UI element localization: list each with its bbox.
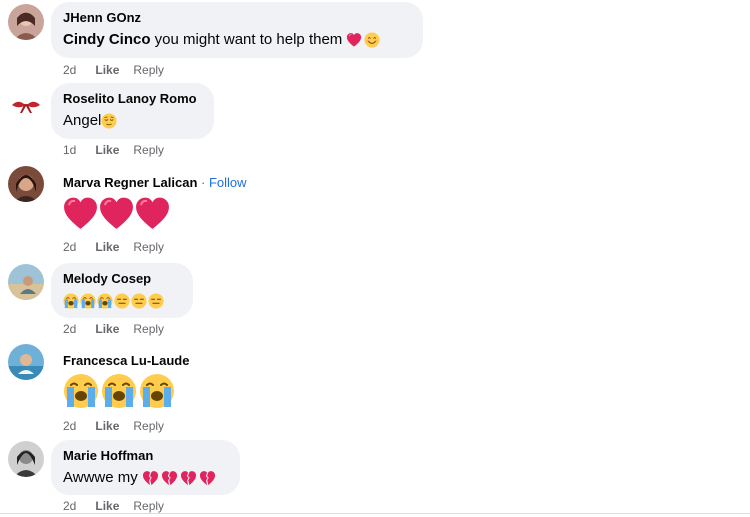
comment-author[interactable]: Francesca Lu-Laude [63,353,189,369]
divider [0,513,750,514]
expressionless-face-icon [148,293,164,309]
follow-button[interactable]: Follow [209,175,247,190]
avatar[interactable] [8,344,44,380]
red-heart-icon [98,195,135,232]
crying-face-icon [139,373,175,409]
avatar[interactable] [8,4,44,40]
comment-text: Angel [63,111,202,131]
expressionless-face-icon [131,293,147,309]
comment-author[interactable]: Melody Cosep [63,271,181,287]
avatar[interactable] [8,264,44,300]
comment-author[interactable]: JHenn GOnz [63,10,411,26]
comment-author: Marva Regner Lalican · Follow [63,175,247,191]
like-button[interactable]: Like [95,499,119,513]
reply-button[interactable]: Reply [133,143,164,157]
comment-bubble: Roselito Lanoy Romo Angel [51,83,214,139]
emoji-row [63,195,247,233]
comment-time[interactable]: 2d [63,240,76,254]
crying-face-icon [97,293,113,309]
follow-separator: · [197,175,209,190]
comment-bubble: Melody Cosep [51,263,193,318]
like-button[interactable]: Like [95,63,119,77]
smiling-face-icon [364,32,380,48]
comment-body: Angel [63,112,102,129]
avatar[interactable] [8,87,44,123]
comment-actions: 2d Like Reply [63,419,164,433]
comment-text: Awwwe my [63,468,228,488]
comment-content: Francesca Lu-Laude [63,353,189,411]
like-button[interactable]: Like [95,419,119,433]
comment-time[interactable]: 2d [63,63,76,77]
comment-body: Awwwe my [63,469,142,486]
comment-actions: 2d Like Reply [63,322,164,336]
emoji-row [63,373,189,411]
broken-heart-icon [180,470,197,487]
red-heart-icon [346,32,362,48]
comment-text: Cindy Cinco you might want to help them [63,30,411,50]
comment-time[interactable]: 1d [63,143,76,157]
crying-face-icon [101,373,137,409]
crying-face-icon [63,373,99,409]
comment-time[interactable]: 2d [63,499,76,513]
comment-actions: 2d Like Reply [63,63,164,77]
reply-button[interactable]: Reply [133,322,164,336]
avatar[interactable] [8,166,44,202]
comment-time[interactable]: 2d [63,419,76,433]
red-heart-icon [62,195,99,232]
comment-author[interactable]: Roselito Lanoy Romo [63,91,202,107]
comment-content: Marva Regner Lalican · Follow [63,175,247,233]
comment-author[interactable]: Marie Hoffman [63,448,228,464]
reply-button[interactable]: Reply [133,499,164,513]
broken-heart-icon [142,470,159,487]
reply-button[interactable]: Reply [133,240,164,254]
comment-body: you might want to help them [150,31,343,48]
expressionless-face-icon [114,293,130,309]
like-button[interactable]: Like [95,240,119,254]
mention-link[interactable]: Cindy Cinco [63,31,151,48]
comment-actions: 1d Like Reply [63,143,164,157]
comment-actions: 2d Like Reply [63,240,164,254]
crying-face-icon [80,293,96,309]
reply-button[interactable]: Reply [133,63,164,77]
emoji-row [63,291,181,311]
relieved-face-icon [101,113,117,129]
comment-bubble: JHenn GOnz Cindy Cinco you might want to… [51,2,423,58]
avatar[interactable] [8,441,44,477]
comment-actions: 2d Like Reply [63,499,164,513]
author-name[interactable]: Marva Regner Lalican [63,175,197,190]
like-button[interactable]: Like [95,143,119,157]
crying-face-icon [63,293,79,309]
comment-time[interactable]: 2d [63,322,76,336]
broken-heart-icon [199,470,216,487]
broken-heart-icon [161,470,178,487]
like-button[interactable]: Like [95,322,119,336]
red-heart-icon [134,195,171,232]
reply-button[interactable]: Reply [133,419,164,433]
comment-bubble: Marie Hoffman Awwwe my [51,440,240,495]
